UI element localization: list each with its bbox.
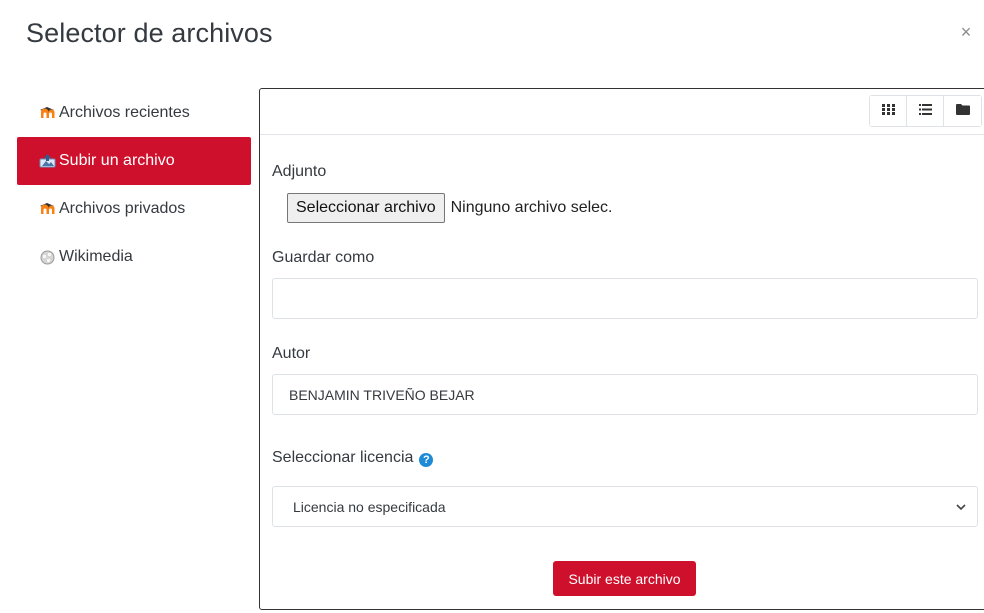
grid-view-button[interactable] [870, 96, 907, 126]
moodle-icon [39, 106, 56, 120]
upload-icon [39, 154, 56, 168]
attachment-label: Adjunto [272, 163, 327, 180]
chevron-down-icon [955, 500, 967, 516]
sidebar-item-wikimedia[interactable]: Wikimedia [17, 233, 251, 281]
view-switcher [869, 95, 982, 127]
choose-file-button[interactable]: Seleccionar archivo [287, 193, 445, 223]
close-button[interactable]: × [956, 22, 976, 42]
sidebar-item-label: Archivos recientes [59, 104, 190, 121]
save-as-input[interactable] [272, 278, 978, 319]
folder-view-icon [955, 102, 970, 120]
upload-panel: Adjunto Seleccionar archivo Ninguno arch… [259, 88, 984, 610]
moodle-icon [39, 202, 56, 216]
license-select[interactable]: Licencia no especificada [272, 486, 978, 527]
sidebar-item-label: Wikimedia [59, 248, 133, 265]
license-selected-value: Licencia no especificada [293, 498, 446, 515]
upload-file-button[interactable]: Subir este archivo [553, 561, 696, 596]
dialog-header: Selector de archivos × [0, 0, 984, 70]
list-view-icon [918, 102, 932, 120]
license-label-row: Seleccionar licencia? [272, 449, 434, 467]
wikimedia-icon [39, 250, 56, 264]
panel-toolbar [260, 89, 984, 135]
file-status-text: Ninguno archivo selec. [450, 199, 613, 216]
file-chooser: Seleccionar archivo Ninguno archivo sele… [287, 193, 613, 223]
sidebar-item-label: Subir un archivo [59, 152, 175, 169]
save-as-label: Guardar como [272, 249, 375, 266]
license-label: Seleccionar licencia [272, 449, 414, 466]
list-view-button[interactable] [907, 96, 944, 126]
sidebar-item-recent-files[interactable]: Archivos recientes [17, 89, 251, 137]
sidebar-item-private-files[interactable]: Archivos privados [17, 185, 251, 233]
sidebar-item-label: Archivos privados [59, 200, 186, 217]
file-picker-dialog: Selector de archivos × Archivos reciente… [0, 0, 984, 613]
folder-view-button[interactable] [944, 96, 981, 126]
dialog-title: Selector de archivos [26, 18, 273, 48]
repository-sidebar: Archivos recientes Subir un archivo Arch… [17, 89, 251, 281]
grid-view-icon [881, 102, 895, 120]
author-label: Autor [272, 345, 311, 362]
help-icon[interactable]: ? [419, 453, 434, 467]
sidebar-item-upload-file[interactable]: Subir un archivo [17, 137, 251, 185]
author-input[interactable] [272, 374, 978, 415]
